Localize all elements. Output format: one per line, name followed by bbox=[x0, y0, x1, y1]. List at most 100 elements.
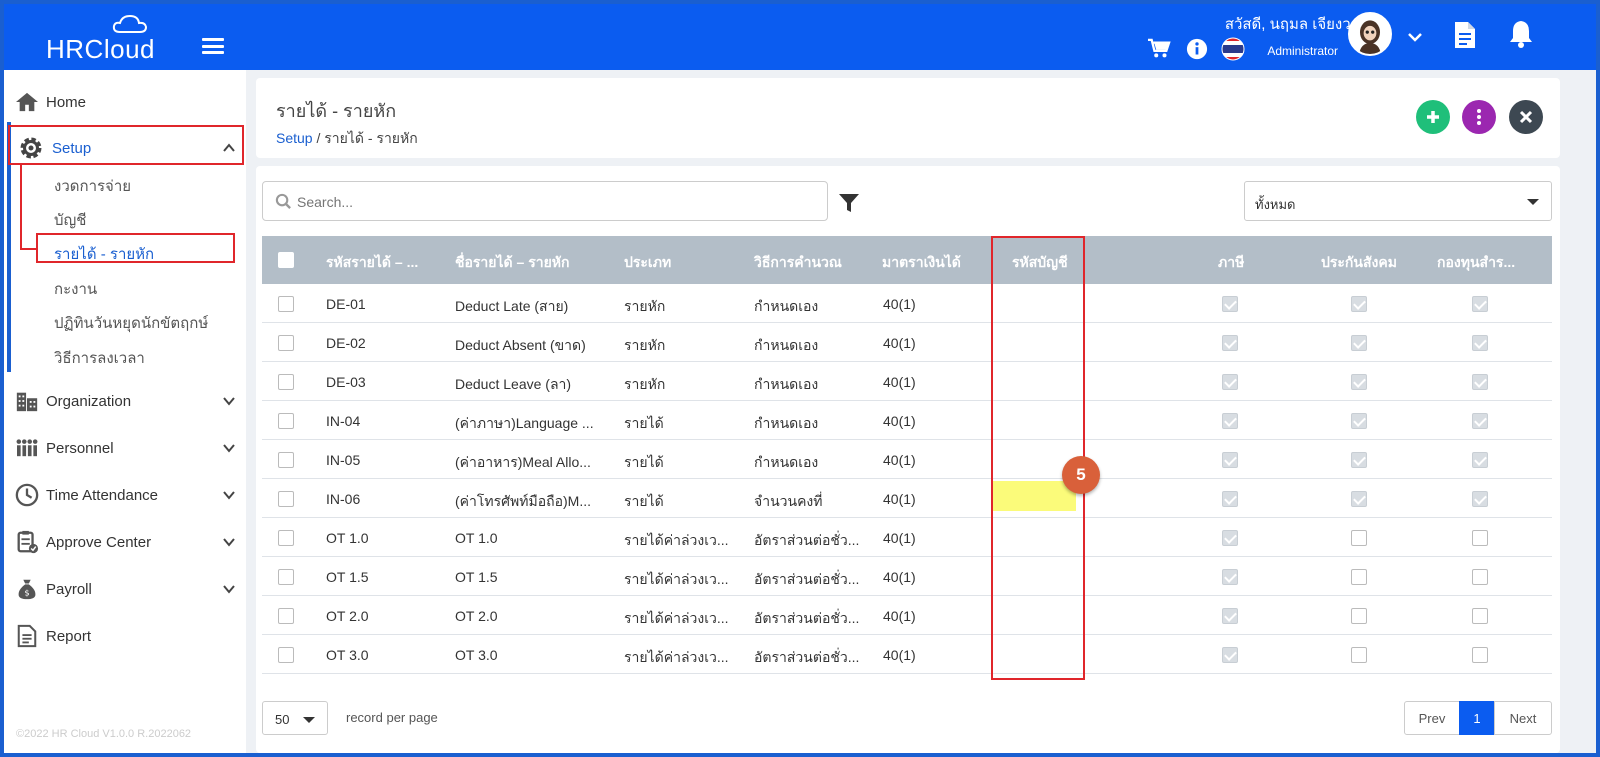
page-1-button[interactable]: 1 bbox=[1459, 701, 1495, 735]
filter-icon[interactable] bbox=[838, 192, 860, 214]
chevron-down-icon[interactable] bbox=[222, 488, 236, 502]
fund-checkbox[interactable] bbox=[1472, 295, 1488, 312]
row-checkbox[interactable] bbox=[278, 607, 294, 624]
sidebar-subitem-time-method[interactable]: วิธีการลงเวลา bbox=[54, 346, 145, 370]
prev-page-button[interactable]: Prev bbox=[1404, 701, 1460, 735]
fund-checkbox[interactable] bbox=[1472, 529, 1488, 546]
fund-checkbox[interactable] bbox=[1472, 412, 1488, 429]
col-header-calc[interactable]: วิธีการคำนวณ bbox=[754, 252, 842, 274]
sidebar-subitem-holiday-calendar[interactable]: ปฏิทินวันหยุดนักขัตฤกษ์ bbox=[54, 311, 208, 335]
col-header-name[interactable]: ชื่อรายได้ – รายหัก bbox=[455, 252, 569, 274]
sidebar-subitem-shift[interactable]: กะงาน bbox=[54, 277, 97, 301]
fund-checkbox[interactable] bbox=[1472, 334, 1488, 351]
sidebar-item-personnel[interactable]: Personnel bbox=[4, 428, 246, 468]
table-row[interactable]: DE-02 Deduct Absent (ขาด) รายหัก กำหนดเอง 40… bbox=[262, 323, 1552, 362]
sso-checkbox[interactable] bbox=[1351, 295, 1367, 312]
per-page-select[interactable]: 50 bbox=[262, 701, 328, 735]
type-filter-select[interactable]: ทั้งหมด bbox=[1244, 181, 1552, 221]
fund-checkbox[interactable] bbox=[1472, 373, 1488, 390]
table-row[interactable]: DE-01 Deduct Late (สาย) รายหัก กำหนดเอง 40(1… bbox=[262, 284, 1552, 323]
close-button[interactable] bbox=[1509, 100, 1543, 134]
sso-checkbox[interactable] bbox=[1351, 607, 1367, 624]
tax-checkbox[interactable] bbox=[1222, 373, 1238, 390]
fund-checkbox[interactable] bbox=[1472, 490, 1488, 507]
chevron-down-icon[interactable] bbox=[222, 441, 236, 455]
table-row[interactable]: OT 1.5 OT 1.5 รายได้ค่าล่วงเว... อัตราส่วนต… bbox=[262, 557, 1552, 596]
row-checkbox[interactable] bbox=[278, 490, 294, 507]
avatar[interactable] bbox=[1348, 12, 1392, 56]
table-row[interactable]: OT 3.0 OT 3.0 รายได้ค่าล่วงเว... อัตราส่วนต… bbox=[262, 635, 1552, 674]
chevron-down-icon[interactable] bbox=[222, 394, 236, 408]
fund-checkbox[interactable] bbox=[1472, 646, 1488, 663]
sso-checkbox[interactable] bbox=[1351, 646, 1367, 663]
row-checkbox[interactable] bbox=[278, 373, 294, 390]
table-row[interactable]: OT 2.0 OT 2.0 รายได้ค่าล่วงเว... อัตราส่วนต… bbox=[262, 596, 1552, 635]
tax-checkbox[interactable] bbox=[1222, 607, 1238, 624]
sidebar-item-time-attendance[interactable]: Time Attendance bbox=[4, 475, 246, 515]
info-icon[interactable] bbox=[1184, 36, 1210, 62]
table-row[interactable]: DE-03 Deduct Leave (ลา) รายหัก กำหนดเอง 40(1… bbox=[262, 362, 1552, 401]
menu-toggle-icon[interactable] bbox=[202, 38, 224, 54]
tax-checkbox[interactable] bbox=[1222, 529, 1238, 546]
bell-icon[interactable] bbox=[1506, 18, 1536, 50]
select-all-checkbox[interactable] bbox=[278, 252, 294, 268]
row-checkbox[interactable] bbox=[278, 412, 294, 429]
fund-checkbox[interactable] bbox=[1472, 568, 1488, 585]
row-checkbox[interactable] bbox=[278, 568, 294, 585]
row-checkbox[interactable] bbox=[278, 529, 294, 546]
sso-checkbox[interactable] bbox=[1351, 490, 1367, 507]
sidebar-item-organization[interactable]: Organization bbox=[4, 381, 246, 421]
sidebar-subitem-account[interactable]: บัญชี bbox=[54, 208, 86, 232]
row-checkbox[interactable] bbox=[278, 295, 294, 312]
col-header-tax[interactable]: ภาษี bbox=[1218, 252, 1244, 274]
tax-checkbox[interactable] bbox=[1222, 646, 1238, 663]
col-header-section[interactable]: มาตราเงินได้ bbox=[882, 252, 961, 274]
row-checkbox[interactable] bbox=[278, 451, 294, 468]
add-button[interactable] bbox=[1416, 100, 1450, 134]
sidebar-subitem-pay-period[interactable]: งวดการจ่าย bbox=[54, 174, 131, 198]
fund-checkbox[interactable] bbox=[1472, 607, 1488, 624]
document-icon[interactable] bbox=[1452, 20, 1478, 50]
tax-checkbox[interactable] bbox=[1222, 451, 1238, 468]
tax-checkbox[interactable] bbox=[1222, 412, 1238, 429]
tax-checkbox[interactable] bbox=[1222, 568, 1238, 585]
tax-checkbox[interactable] bbox=[1222, 334, 1238, 351]
cart-icon[interactable] bbox=[1146, 36, 1172, 62]
col-header-sso[interactable]: ประกันสังคม bbox=[1321, 252, 1397, 274]
chevron-down-icon[interactable] bbox=[1404, 26, 1426, 48]
more-options-button[interactable] bbox=[1462, 100, 1496, 134]
cell-section: 40(1) bbox=[883, 490, 916, 507]
sso-checkbox[interactable] bbox=[1351, 373, 1367, 390]
tax-checkbox[interactable] bbox=[1222, 490, 1238, 507]
sso-checkbox[interactable] bbox=[1351, 451, 1367, 468]
search-input[interactable] bbox=[297, 190, 797, 214]
chevron-down-icon[interactable] bbox=[222, 582, 236, 596]
row-checkbox[interactable] bbox=[278, 334, 294, 351]
table-row[interactable]: OT 1.0 OT 1.0 รายได้ค่าล่วงเว... อัตราส่วนต… bbox=[262, 518, 1552, 557]
table-row[interactable]: IN-04 (ค่าภาษา)Language ... รายได้ กำหนดเอง… bbox=[262, 401, 1552, 440]
col-header-code[interactable]: รหัสรายได้ – ... bbox=[326, 252, 418, 274]
fund-checkbox[interactable] bbox=[1472, 451, 1488, 468]
row-checkbox[interactable] bbox=[278, 646, 294, 663]
sidebar-item-home[interactable]: Home bbox=[4, 82, 246, 122]
sidebar-item-payroll[interactable]: $ Payroll bbox=[4, 569, 246, 609]
sso-checkbox[interactable] bbox=[1351, 568, 1367, 585]
sso-checkbox[interactable] bbox=[1351, 529, 1367, 546]
cell-section: 40(1) bbox=[883, 295, 916, 312]
col-header-type[interactable]: ประเภท bbox=[624, 252, 671, 274]
search-box[interactable] bbox=[262, 181, 828, 221]
thai-flag-icon[interactable] bbox=[1220, 36, 1246, 62]
sidebar-item-approve-center[interactable]: Approve Center bbox=[4, 522, 246, 562]
sidebar-item-report[interactable]: Report bbox=[4, 616, 246, 656]
table-row[interactable]: IN-05 (ค่าอาหาร)Meal Allo... รายได้ กำหนดเอ… bbox=[262, 440, 1552, 479]
col-header-fund[interactable]: กองทุนสำร... bbox=[1437, 252, 1515, 274]
logo[interactable]: HRCloud bbox=[46, 14, 166, 64]
sso-checkbox[interactable] bbox=[1351, 334, 1367, 351]
table-row[interactable]: IN-06 (ค่าโทรศัพท์มือถือ)M... รายได้ จำนวนค… bbox=[262, 479, 1552, 518]
next-page-button[interactable]: Next bbox=[1494, 701, 1552, 735]
sidebar-item-label: Time Attendance bbox=[46, 486, 159, 504]
breadcrumb-link-setup[interactable]: Setup bbox=[276, 130, 313, 146]
tax-checkbox[interactable] bbox=[1222, 295, 1238, 312]
chevron-down-icon[interactable] bbox=[222, 535, 236, 549]
sso-checkbox[interactable] bbox=[1351, 412, 1367, 429]
